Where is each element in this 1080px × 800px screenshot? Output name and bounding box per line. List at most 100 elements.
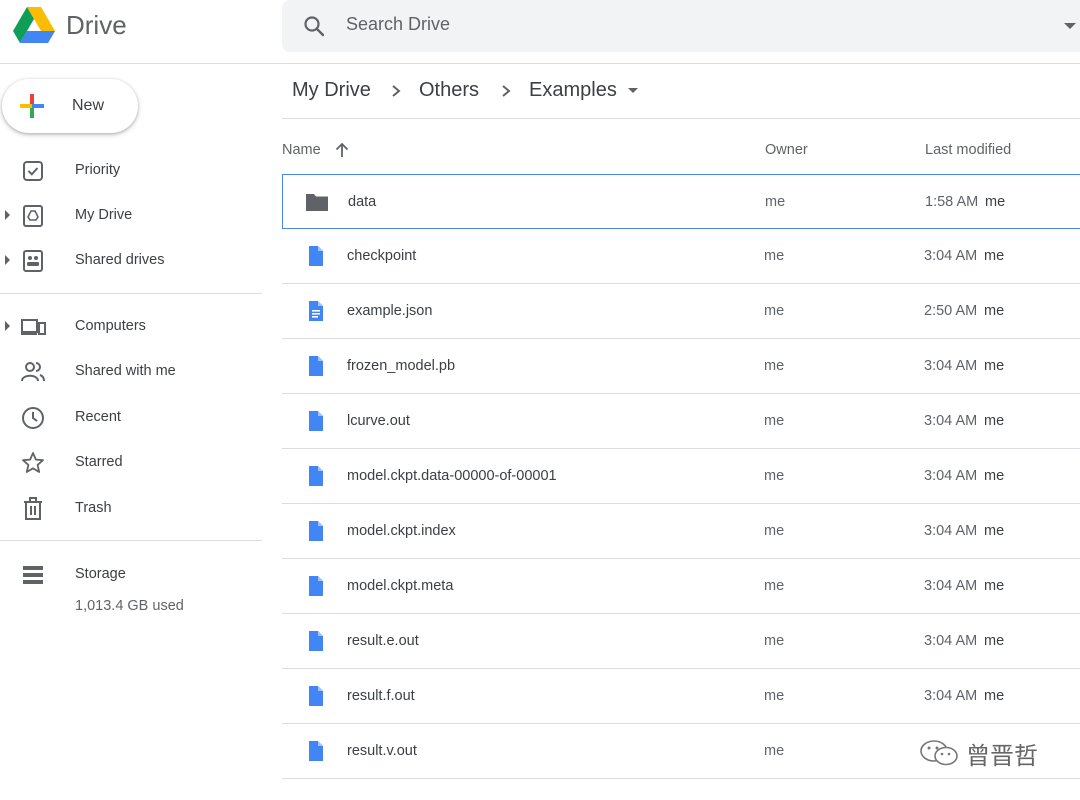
file-name: checkpoint <box>347 248 417 264</box>
file-row[interactable]: frozen_model.pb me 3:04 AM me <box>282 339 1080 394</box>
breadcrumb-others[interactable]: Others <box>419 79 479 102</box>
file-row[interactable]: result.f.out me 3:04 AM me <box>282 669 1080 724</box>
chevron-right-icon <box>502 85 511 97</box>
file-modified-time: 3:04 AM <box>924 468 978 484</box>
document-icon <box>309 301 323 321</box>
file-icon <box>309 356 323 376</box>
file-modified-time: 3:04 AM <box>924 358 978 374</box>
column-header-last-modified[interactable]: Last modified <box>925 142 1011 158</box>
file-row[interactable]: example.json me 2:50 AM me <box>282 284 1080 339</box>
file-modified-by: me <box>984 688 1005 704</box>
file-modified-time: 3:04 AM <box>924 248 978 264</box>
file-row[interactable]: lcurve.out me 3:04 AM me <box>282 394 1080 449</box>
breadcrumb-my-drive[interactable]: My Drive <box>292 79 371 102</box>
file-owner: me <box>764 413 785 429</box>
sidebar-item-priority[interactable]: Priority <box>0 148 262 192</box>
sort-ascending-icon[interactable] <box>333 141 351 159</box>
file-modified-by: me <box>984 248 1005 264</box>
storage-used-text: 1,013.4 GB used <box>75 598 184 614</box>
file-icon <box>309 246 323 266</box>
file-modified-time: 3:04 AM <box>924 578 978 594</box>
sidebar-item-label: Starred <box>75 454 123 470</box>
file-icon <box>309 631 323 651</box>
sidebar-item-label: Shared with me <box>75 363 176 379</box>
sidebar-item-shared-with-me[interactable]: Shared with me <box>0 349 262 393</box>
file-owner: me <box>764 248 785 264</box>
file-row[interactable]: model.ckpt.data-00000-of-00001 me 3:04 A… <box>282 449 1080 504</box>
file-name: data <box>348 194 377 210</box>
folder-menu-dropdown-icon[interactable] <box>628 88 638 93</box>
drive-logo-icon[interactable] <box>12 6 56 46</box>
search-bar <box>282 0 1080 52</box>
file-modified-time: 3:04 AM <box>924 413 978 429</box>
file-icon <box>309 521 323 541</box>
sidebar-item-label: Shared drives <box>75 252 165 268</box>
trash-icon <box>24 497 42 520</box>
file-name: lcurve.out <box>347 413 410 429</box>
new-button[interactable]: New <box>2 79 138 133</box>
file-name: model.ckpt.data-00000-of-00001 <box>347 468 557 484</box>
sidebar-item-starred[interactable]: Starred <box>0 440 262 484</box>
watermark-text: 曾晋哲 <box>966 743 1038 770</box>
new-button-label: New <box>72 97 105 114</box>
top-bar: Drive <box>0 0 1080 64</box>
file-owner: me <box>764 523 785 539</box>
file-modified-time: 3:04 AM <box>924 523 978 539</box>
column-header-name[interactable]: Name <box>282 142 321 158</box>
file-modified-by: me <box>984 303 1005 319</box>
file-name: example.json <box>347 303 433 319</box>
file-owner: me <box>764 688 785 704</box>
file-name: result.e.out <box>347 633 419 649</box>
sidebar-divider <box>0 540 262 541</box>
expand-caret-icon[interactable] <box>5 321 10 331</box>
sidebar-item-recent[interactable]: Recent <box>0 395 262 439</box>
breadcrumb-examples[interactable]: Examples <box>529 79 617 102</box>
plus-icon <box>20 94 44 118</box>
file-modified-time: 1:58 AM <box>925 194 979 210</box>
file-modified-time: 3:04 AM <box>924 688 978 704</box>
file-name: result.v.out <box>347 743 417 759</box>
expand-caret-icon[interactable] <box>5 255 10 265</box>
sidebar-item-trash[interactable]: Trash <box>0 486 262 530</box>
sidebar-item-label: Computers <box>75 318 146 334</box>
file-modified-time: 2:50 AM <box>924 303 978 319</box>
file-modified-by: me <box>984 523 1005 539</box>
my-drive-icon <box>23 205 43 227</box>
search-input[interactable] <box>346 14 1006 35</box>
watermark: 曾晋哲 <box>918 736 1048 770</box>
file-icon <box>309 686 323 706</box>
sidebar-item-my-drive[interactable]: My Drive <box>0 193 262 237</box>
file-owner: me <box>764 633 785 649</box>
file-modified-by: me <box>984 358 1005 374</box>
file-owner: me <box>764 468 785 484</box>
sidebar-item-storage[interactable]: Storage <box>0 552 262 596</box>
sidebar-item-shared-drives[interactable]: Shared drives <box>0 238 262 282</box>
sidebar-item-label: Recent <box>75 409 121 425</box>
file-row[interactable]: data me 1:58 AM me <box>282 174 1080 229</box>
column-header-owner[interactable]: Owner <box>765 142 808 158</box>
search-icon[interactable] <box>302 14 326 38</box>
sidebar-item-label: Priority <box>75 162 121 178</box>
file-icon <box>309 466 323 486</box>
file-row[interactable]: result.e.out me 3:04 AM me <box>282 614 1080 669</box>
file-row[interactable]: checkpoint me 3:04 AM me <box>282 229 1080 284</box>
file-owner: me <box>764 743 785 759</box>
expand-caret-icon[interactable] <box>5 210 10 220</box>
file-owner: me <box>764 358 785 374</box>
file-icon <box>309 741 323 761</box>
sidebar-item-computers[interactable]: Computers <box>0 304 262 348</box>
priority-icon <box>23 161 43 181</box>
file-owner: me <box>764 578 785 594</box>
search-options-dropdown-icon[interactable] <box>1064 23 1076 29</box>
file-modified-time: 3:04 AM <box>924 633 978 649</box>
file-row[interactable]: model.ckpt.index me 3:04 AM me <box>282 504 1080 559</box>
breadcrumb-divider <box>282 118 1080 119</box>
file-owner: me <box>765 194 786 210</box>
file-modified-by: me <box>984 413 1005 429</box>
app-title[interactable]: Drive <box>66 10 127 41</box>
file-row[interactable]: model.ckpt.meta me 3:04 AM me <box>282 559 1080 614</box>
computers-icon <box>21 319 46 335</box>
folder-icon <box>306 194 328 211</box>
sidebar-item-label: Storage <box>75 566 126 582</box>
file-name: frozen_model.pb <box>347 358 456 374</box>
